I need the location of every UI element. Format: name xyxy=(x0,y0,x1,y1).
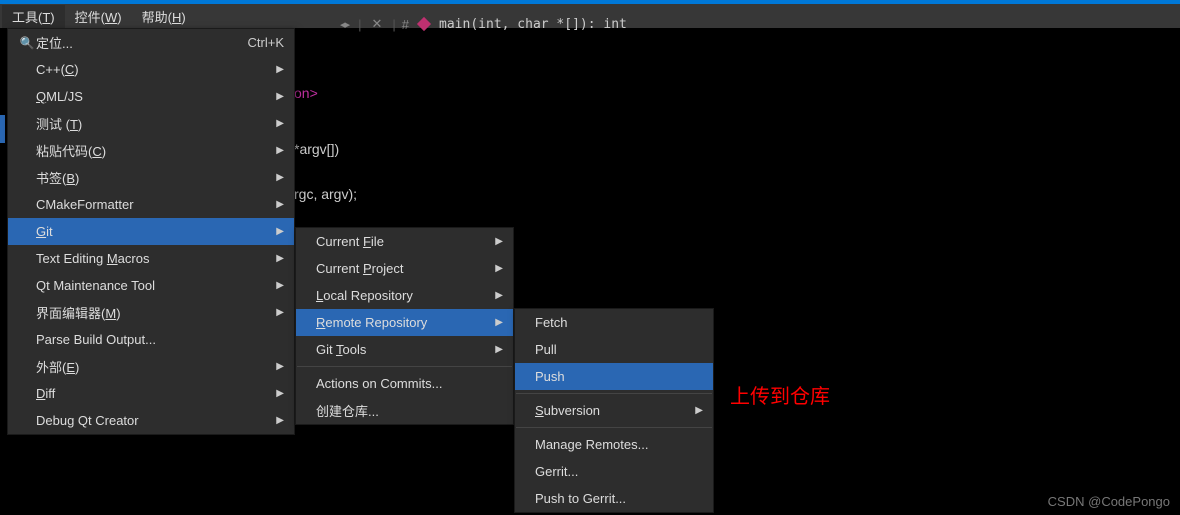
menu-item-git[interactable]: Git ▶ xyxy=(8,218,294,245)
submenu-arrow-icon: ▶ xyxy=(495,263,503,274)
shortcut-label: Ctrl+K xyxy=(248,35,284,50)
submenu-arrow-icon: ▶ xyxy=(276,64,284,75)
submenu-arrow-icon: ▶ xyxy=(495,236,503,247)
menu-item-gerrit[interactable]: Gerrit... xyxy=(515,458,713,485)
menu-item-manage-remotes[interactable]: Manage Remotes... xyxy=(515,431,713,458)
close-icon[interactable]: ✕ xyxy=(372,16,383,32)
menu-item-actions-commits[interactable]: Actions on Commits... xyxy=(296,370,513,397)
menu-separator xyxy=(516,427,712,428)
menu-item-current-file[interactable]: Current File ▶ xyxy=(296,228,513,255)
menu-item-remote-repo[interactable]: Remote Repository ▶ xyxy=(296,309,513,336)
search-icon: 🔍 xyxy=(18,36,36,50)
submenu-arrow-icon: ▶ xyxy=(276,307,284,318)
submenu-arrow-icon: ▶ xyxy=(276,226,284,237)
left-selection-edge xyxy=(0,115,5,143)
divider: | xyxy=(392,17,395,32)
annotation-text: 上传到仓库 xyxy=(730,380,830,409)
menu-item-cpp[interactable]: C++(C) ▶ xyxy=(8,56,294,83)
menu-widgets[interactable]: 控件(W) xyxy=(65,5,132,28)
submenu-arrow-icon: ▶ xyxy=(495,317,503,328)
function-signature[interactable]: main(int, char *[]): int xyxy=(439,17,627,32)
code-editor[interactable]: on> *argv[]) rgc, argv); xyxy=(294,40,357,205)
code-fragment: *argv[]) xyxy=(294,141,339,157)
submenu-arrow-icon: ▶ xyxy=(276,199,284,210)
watermark: CSDN @CodePongo xyxy=(1048,494,1170,509)
menu-item-parse-build[interactable]: Parse Build Output... xyxy=(8,326,294,353)
menu-item-qml[interactable]: QML/JS ▶ xyxy=(8,83,294,110)
menu-item-text-macros[interactable]: Text Editing Macros ▶ xyxy=(8,245,294,272)
submenu-arrow-icon: ▶ xyxy=(495,290,503,301)
menu-separator xyxy=(516,393,712,394)
tools-menu: 🔍 定位... Ctrl+K C++(C) ▶ QML/JS ▶ 测试 (T) … xyxy=(7,28,295,435)
submenu-arrow-icon: ▶ xyxy=(495,344,503,355)
menu-item-paste-code[interactable]: 粘贴代码(C) ▶ xyxy=(8,137,294,164)
menu-item-external[interactable]: 外部(E) ▶ xyxy=(8,353,294,380)
menu-item-fetch[interactable]: Fetch xyxy=(515,309,713,336)
hash-icon: # xyxy=(402,17,409,32)
menu-item-push[interactable]: Push xyxy=(515,363,713,390)
submenu-arrow-icon: ▶ xyxy=(276,361,284,372)
submenu-arrow-icon: ▶ xyxy=(695,405,703,416)
menu-item-local-repo[interactable]: Local Repository ▶ xyxy=(296,282,513,309)
menu-item-cmakeformatter[interactable]: CMakeFormatter ▶ xyxy=(8,191,294,218)
submenu-arrow-icon: ▶ xyxy=(276,388,284,399)
menu-item-test[interactable]: 测试 (T) ▶ xyxy=(8,110,294,137)
menu-separator xyxy=(297,366,512,367)
submenu-arrow-icon: ▶ xyxy=(276,415,284,426)
submenu-arrow-icon: ▶ xyxy=(276,91,284,102)
submenu-arrow-icon: ▶ xyxy=(276,172,284,183)
divider: | xyxy=(358,17,361,32)
code-fragment: rgc, argv); xyxy=(294,186,357,202)
menu-item-pull[interactable]: Pull xyxy=(515,336,713,363)
menu-item-subversion[interactable]: Subversion ▶ xyxy=(515,397,713,424)
breadcrumb-bar: ◂ ▸ | ✕ | # main(int, char *[]): int xyxy=(340,13,1180,35)
menu-item-debug-qtcreator[interactable]: Debug Qt Creator ▶ xyxy=(8,407,294,434)
code-fragment: on> xyxy=(294,85,318,101)
submenu-arrow-icon: ▶ xyxy=(276,145,284,156)
menu-item-push-gerrit[interactable]: Push to Gerrit... xyxy=(515,485,713,512)
submenu-arrow-icon: ▶ xyxy=(276,253,284,264)
menu-item-create-repo[interactable]: 创建仓库... xyxy=(296,397,513,424)
git-submenu: Current File ▶ Current Project ▶ Local R… xyxy=(295,227,514,425)
menu-item-form-editor[interactable]: 界面编辑器(M) ▶ xyxy=(8,299,294,326)
menu-help[interactable]: 帮助(H) xyxy=(132,5,196,28)
menu-item-qt-maintenance[interactable]: Qt Maintenance Tool ▶ xyxy=(8,272,294,299)
submenu-arrow-icon: ▶ xyxy=(276,280,284,291)
menu-item-diff[interactable]: Diff ▶ xyxy=(8,380,294,407)
nav-arrows[interactable]: ◂ ▸ xyxy=(340,18,348,31)
submenu-arrow-icon: ▶ xyxy=(276,118,284,129)
diamond-icon xyxy=(417,17,431,31)
menu-item-git-tools[interactable]: Git Tools ▶ xyxy=(296,336,513,363)
menu-tools[interactable]: 工具(T) xyxy=(2,5,65,28)
menu-item-current-project[interactable]: Current Project ▶ xyxy=(296,255,513,282)
menu-item-locate[interactable]: 🔍 定位... Ctrl+K xyxy=(8,29,294,56)
menu-item-bookmarks[interactable]: 书签(B) ▶ xyxy=(8,164,294,191)
remote-repo-submenu: Fetch Pull Push Subversion ▶ Manage Remo… xyxy=(514,308,714,513)
